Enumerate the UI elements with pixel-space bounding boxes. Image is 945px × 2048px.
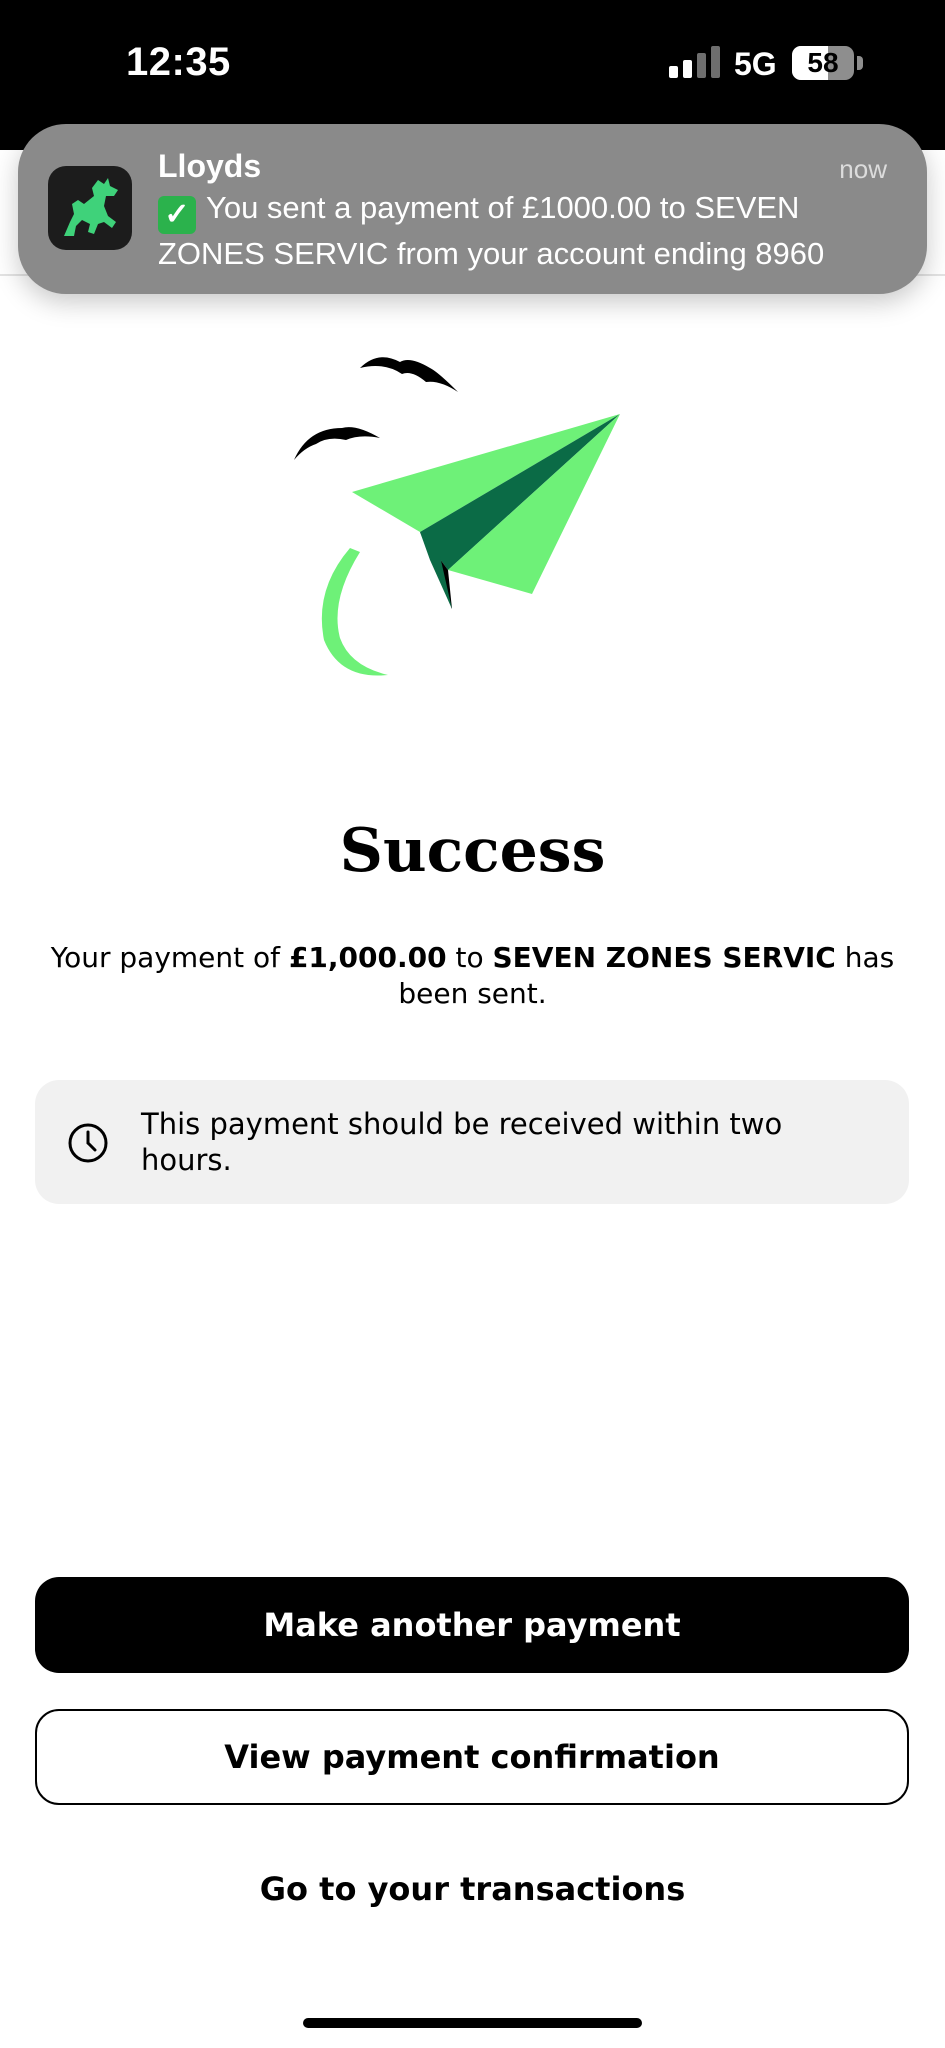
info-text: This payment should be received within t… [141,1107,783,1177]
network-type: 5G [734,46,777,82]
go-to-transactions-link[interactable]: Go to your transactions [0,1862,945,1916]
battery-icon: 58 [792,46,854,80]
home-indicator[interactable] [303,2018,642,2028]
push-notification[interactable]: Lloyds now ✓ You sent a payment of £1000.… [18,124,927,294]
status-time: 12:35 [126,40,231,84]
make-another-payment-button[interactable]: Make another payment [35,1577,909,1673]
bird-icon [360,357,458,392]
notification-message: You sent a payment of £1000.00 to SEVEN … [158,190,825,271]
page-title: Success [339,816,606,886]
notification-time: now [839,154,887,184]
battery-tip [857,56,863,70]
plane-trail [321,548,388,676]
message-mid: to [446,941,493,974]
notification-message-row: ✓ You sent a payment of £1000.00 to SEVEN… [158,188,898,274]
message-prefix: Your payment of [50,941,289,974]
info-box: This payment should be received within t… [35,1080,909,1204]
bird-icon [294,427,380,460]
view-payment-confirmation-button[interactable]: View payment confirmation [35,1709,909,1805]
cellular-signal-icon [669,46,720,78]
paper-plane-illustration [294,357,620,676]
battery-level: 58 [807,47,839,78]
payment-amount: £1,000.00 [288,941,447,974]
clock-icon [68,1123,108,1163]
notification-app-name: Lloyds [158,148,262,184]
check-mark-icon: ✓ [158,196,196,234]
payee-name: SEVEN ZONES SERVIC [492,941,836,974]
confirmation-message: Your payment of £1,000.00 to SEVEN ZONES… [50,940,895,1012]
lloyds-horse-icon [48,166,132,250]
